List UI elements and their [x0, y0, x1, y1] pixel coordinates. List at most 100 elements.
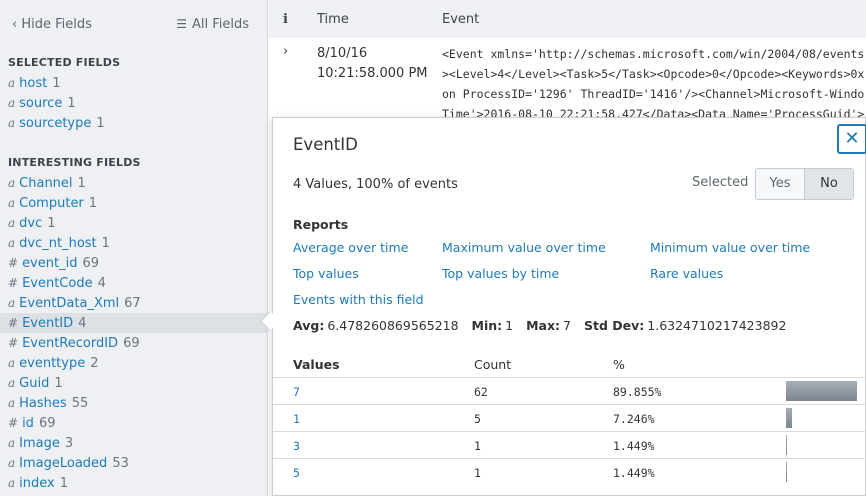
- field-name[interactable]: id: [22, 416, 34, 431]
- hide-fields-button[interactable]: ‹ Hide Fields: [12, 17, 92, 32]
- info-column-header: i: [283, 12, 288, 27]
- field-name[interactable]: dvc_nt_host: [19, 236, 97, 251]
- list-icon: ☰: [176, 17, 187, 31]
- field-type-icon: #: [8, 256, 19, 270]
- field-name[interactable]: EventRecordID: [22, 336, 118, 351]
- field-name[interactable]: eventtype: [19, 356, 85, 371]
- field-type-icon: a: [8, 476, 16, 490]
- avg-value: 6.478260869565218: [327, 318, 459, 333]
- fields-sidebar: ‹ Hide Fields ☰ All Fields SELECTED FIELD…: [0, 0, 268, 496]
- report-events-with-field-link[interactable]: Events with this field: [293, 292, 424, 307]
- field-type-icon: #: [8, 416, 19, 430]
- value-link[interactable]: 3: [293, 439, 300, 453]
- selected-fields-title: SELECTED FIELDS: [8, 56, 121, 69]
- chevron-left-icon: ‹: [12, 17, 22, 32]
- selected-no-button[interactable]: No: [805, 169, 853, 199]
- field-item[interactable]: a dvc_nt_host 1: [0, 233, 268, 253]
- field-count: 1: [47, 216, 56, 231]
- selected-label: Selected: [692, 175, 749, 190]
- field-name[interactable]: Channel: [19, 176, 72, 191]
- report-top-values-by-time-link[interactable]: Top values by time: [442, 266, 559, 281]
- field-item[interactable]: # EventCode 4: [0, 273, 268, 293]
- selected-yes-button[interactable]: Yes: [756, 169, 805, 199]
- report-average-over-time-link[interactable]: Average over time: [293, 240, 408, 255]
- field-item[interactable]: a Image 3: [0, 433, 268, 453]
- all-fields-button[interactable]: ☰ All Fields: [176, 17, 249, 32]
- interesting-fields-title: INTERESTING FIELDS: [8, 156, 141, 169]
- field-type-icon: a: [8, 236, 16, 250]
- field-item[interactable]: a Computer 1: [0, 193, 268, 213]
- field-name[interactable]: event_id: [22, 256, 77, 271]
- field-name[interactable]: sourcetype: [19, 116, 91, 131]
- field-item[interactable]: a ImageLoaded 53: [0, 453, 268, 473]
- field-name[interactable]: Hashes: [19, 396, 67, 411]
- event-raw-text: <Event xmlns='http://schemas.microsoft.c…: [442, 44, 866, 124]
- field-item[interactable]: a Guid 1: [0, 373, 268, 393]
- event-timestamp: 8/10/16 10:21:58.000 PM: [317, 44, 428, 84]
- field-name[interactable]: Computer: [19, 196, 84, 211]
- field-item[interactable]: a EventData_Xml 67: [0, 293, 268, 313]
- event-line: <Event xmlns='http://schemas.microsoft.c…: [442, 47, 865, 61]
- report-minimum-over-time-link[interactable]: Minimum value over time: [650, 240, 810, 255]
- close-button[interactable]: ✕: [837, 124, 866, 154]
- field-name[interactable]: dvc: [19, 216, 42, 231]
- field-name[interactable]: index: [19, 476, 55, 491]
- field-type-icon: #: [8, 336, 19, 350]
- value-link[interactable]: 7: [293, 385, 300, 399]
- field-count: 1: [54, 376, 63, 391]
- all-fields-label: All Fields: [191, 17, 249, 32]
- values-summary: 4 Values, 100% of events: [293, 177, 458, 192]
- field-name[interactable]: EventID: [22, 316, 73, 331]
- field-count: 69: [123, 336, 140, 351]
- report-top-values-link[interactable]: Top values: [293, 266, 359, 281]
- field-name[interactable]: Guid: [19, 376, 49, 391]
- value-bar: [786, 381, 857, 401]
- report-maximum-over-time-link[interactable]: Maximum value over time: [442, 240, 606, 255]
- min-label: Min:: [471, 318, 503, 333]
- value-count: 1: [474, 466, 481, 480]
- field-summary-popover: EventID ✕ 4 Values, 100% of events Selec…: [272, 117, 866, 496]
- field-item[interactable]: # EventRecordID 69: [0, 333, 268, 353]
- value-row: 3 1 1.449%: [273, 431, 866, 458]
- field-item[interactable]: a index 1: [0, 473, 268, 493]
- field-count: 1: [52, 76, 61, 91]
- value-row: 5 1 1.449%: [273, 458, 866, 485]
- expand-row-icon[interactable]: ›: [283, 44, 288, 59]
- field-item[interactable]: a dvc 1: [0, 213, 268, 233]
- field-item[interactable]: a Hashes 55: [0, 393, 268, 413]
- field-type-icon: a: [8, 296, 16, 310]
- field-count: 69: [82, 256, 99, 271]
- value-bar: [786, 462, 787, 482]
- value-link[interactable]: 1: [293, 412, 300, 426]
- value-row: 7 62 89.855%: [273, 377, 866, 404]
- field-item[interactable]: a host 1: [0, 73, 268, 93]
- event-date: 8/10/16: [317, 46, 368, 61]
- field-item[interactable]: a source 1: [0, 93, 268, 113]
- field-name[interactable]: host: [19, 76, 47, 91]
- field-item[interactable]: a eventtype 2: [0, 353, 268, 373]
- report-rare-values-link[interactable]: Rare values: [650, 266, 723, 281]
- field-count: 67: [124, 296, 141, 311]
- field-item[interactable]: a sourcetype 1: [0, 113, 268, 133]
- field-name[interactable]: EventData_Xml: [19, 296, 119, 311]
- field-count: 1: [101, 236, 110, 251]
- field-name[interactable]: Image: [19, 436, 60, 451]
- field-type-icon: #: [8, 316, 19, 330]
- field-count: 1: [77, 176, 86, 191]
- field-item[interactable]: # event_id 69: [0, 253, 268, 273]
- field-item[interactable]: # id 69: [0, 413, 268, 433]
- field-name[interactable]: ImageLoaded: [19, 456, 107, 471]
- field-name[interactable]: EventCode: [22, 276, 93, 291]
- time-column-header[interactable]: Time: [317, 12, 349, 27]
- field-item[interactable]: # EventID 4: [0, 313, 268, 333]
- field-count: 3: [64, 436, 74, 451]
- field-item[interactable]: a Channel 1: [0, 173, 268, 193]
- event-column-header[interactable]: Event: [442, 12, 479, 27]
- value-bar-track: [786, 462, 858, 482]
- field-type-icon: a: [8, 96, 16, 110]
- field-count: 55: [71, 396, 89, 411]
- field-name[interactable]: source: [19, 96, 62, 111]
- field-count: 2: [90, 356, 99, 371]
- value-count: 1: [474, 439, 481, 453]
- value-link[interactable]: 5: [293, 466, 300, 480]
